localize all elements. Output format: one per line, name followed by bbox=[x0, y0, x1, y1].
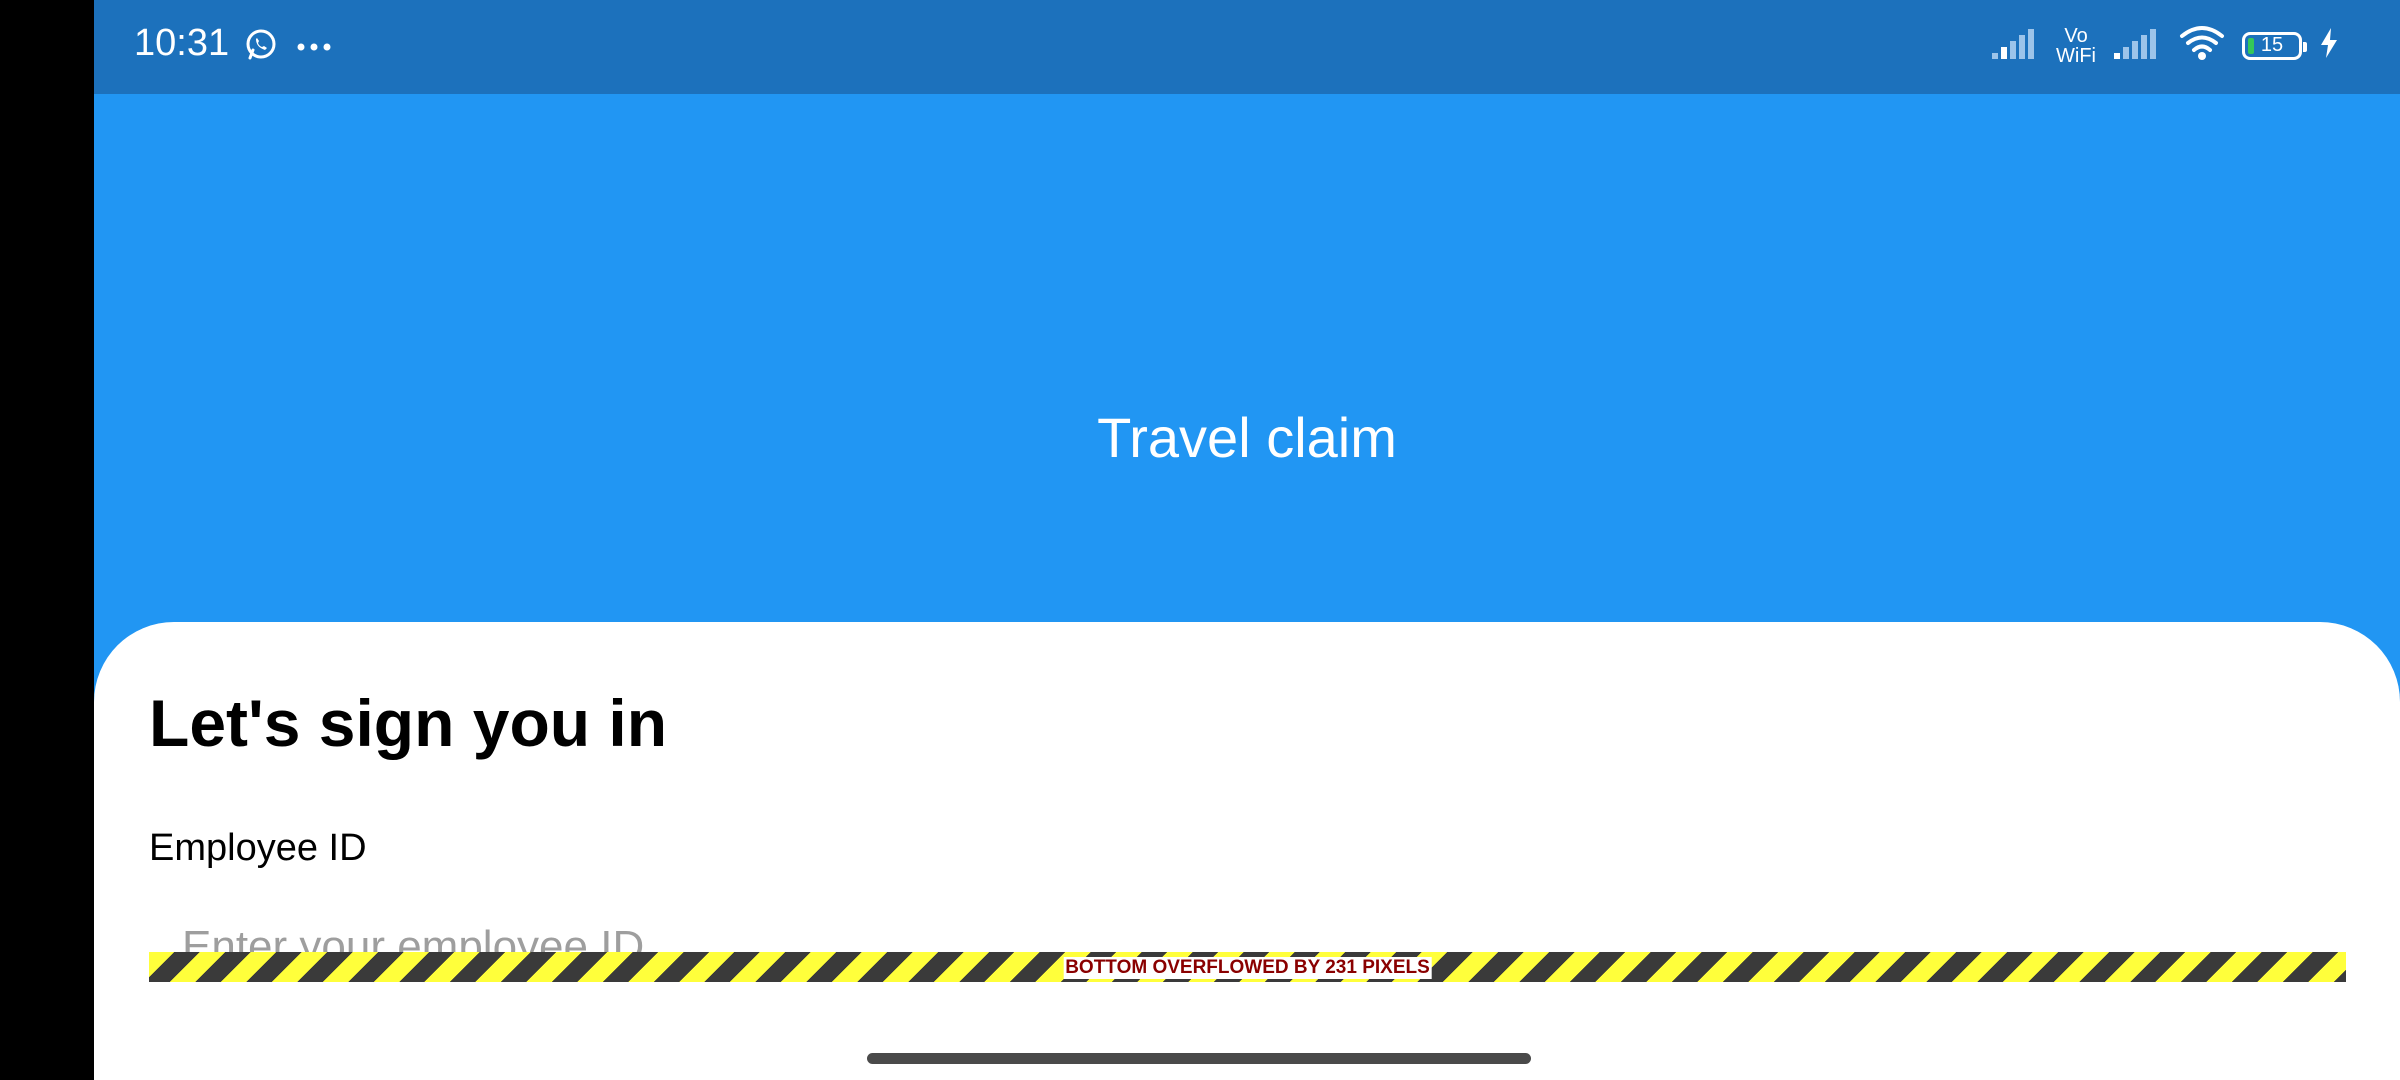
app-title: Travel claim bbox=[1097, 406, 1397, 469]
status-right-icons: Vo WiFi 15 bbox=[1990, 24, 2340, 67]
battery-icon: 15 bbox=[2242, 31, 2307, 60]
employee-id-label: Employee ID bbox=[149, 827, 367, 869]
signal-icon bbox=[2112, 25, 2162, 66]
charging-icon bbox=[2318, 26, 2340, 65]
vowifi-icon: Vo WiFi bbox=[2056, 26, 2096, 66]
sign-in-card: Let's sign you in Employee ID Enter your… bbox=[94, 622, 2400, 1080]
overflow-warning-text: BOTTOM OVERFLOWED BY 231 PIXELS bbox=[1063, 957, 1432, 979]
status-left-icons bbox=[244, 28, 332, 67]
status-time: 10:31 bbox=[134, 22, 230, 64]
overflow-warning-banner: BOTTOM OVERFLOWED BY 231 PIXELS bbox=[149, 952, 2346, 982]
more-dots-icon bbox=[296, 39, 332, 57]
vowifi-bottom-label: WiFi bbox=[2056, 44, 2096, 67]
vowifi-top-label: Vo bbox=[2064, 24, 2088, 47]
left-system-bar bbox=[0, 0, 94, 1080]
status-bar: 10:31 Vo WiFi 15 bbox=[94, 0, 2400, 94]
whatsapp-icon bbox=[244, 28, 278, 67]
app-screen: 10:31 Vo WiFi 15 Travel claim Let's sign… bbox=[94, 0, 2400, 1080]
battery-fill bbox=[2248, 37, 2254, 54]
battery-level: 15 bbox=[2260, 34, 2284, 56]
wifi-icon bbox=[2178, 24, 2226, 67]
signal-icon bbox=[1990, 25, 2040, 66]
sign-in-heading: Let's sign you in bbox=[149, 686, 668, 760]
home-indicator[interactable] bbox=[867, 1053, 1531, 1064]
